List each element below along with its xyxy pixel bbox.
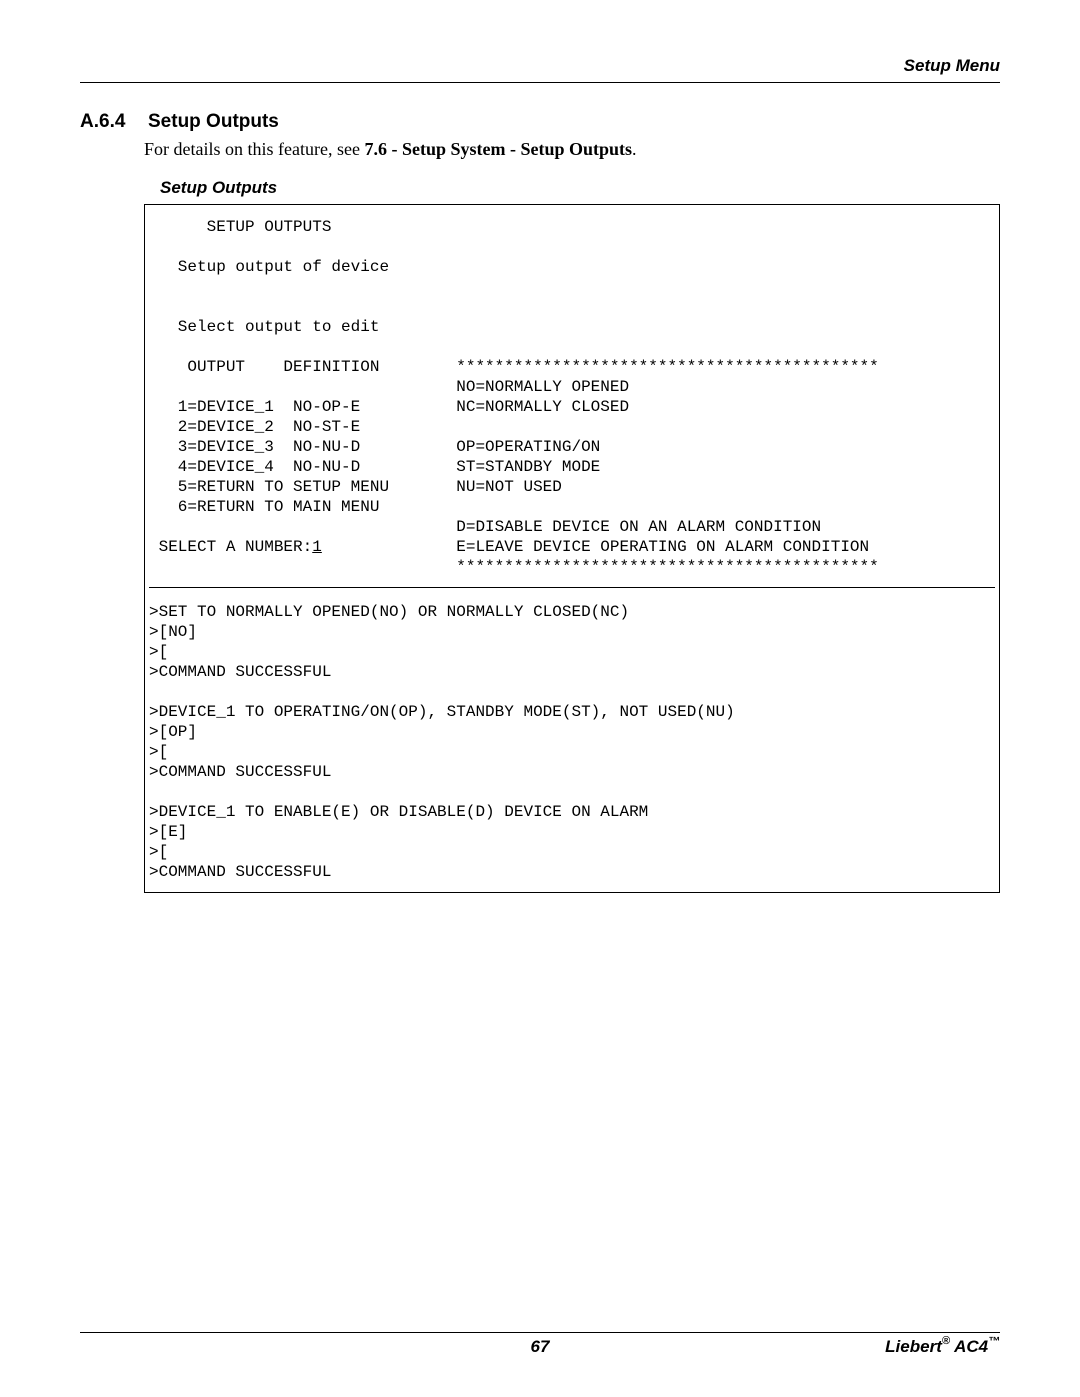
select-prompt-prefix: SELECT A NUMBER: [149, 538, 312, 556]
terminal-divider [149, 587, 995, 588]
footer-brand: Liebert® AC4™ [696, 1337, 1000, 1357]
intro-paragraph: For details on this feature, see 7.6 - S… [144, 139, 1000, 160]
section-title: Setup Outputs [148, 111, 279, 132]
section-heading: A.6.4 Setup Outputs [80, 111, 1000, 133]
terminal-select-line: SELECT A NUMBER:1 E=LEAVE DEVICE OPERATI… [149, 537, 995, 557]
section-number: A.6.4 [80, 111, 144, 133]
running-header: Setup Menu [80, 56, 1000, 83]
page-number: 67 [388, 1337, 692, 1357]
running-header-text: Setup Menu [904, 56, 1000, 75]
footer-model: AC4 [950, 1337, 988, 1356]
terminal-lower: >SET TO NORMALLY OPENED(NO) OR NORMALLY … [149, 602, 995, 882]
footer-left-spacer [80, 1337, 384, 1357]
trademark-icon: ™ [988, 1334, 1000, 1348]
terminal-upper: SETUP OUTPUTS Setup output of device Sel… [149, 217, 995, 537]
page-container: Setup Menu A.6.4 Setup Outputs For detai… [0, 0, 1080, 1397]
terminal-box: SETUP OUTPUTS Setup output of device Sel… [144, 204, 1000, 893]
figure-caption: Setup Outputs [160, 178, 1000, 198]
select-prompt-value: 1 [312, 538, 322, 556]
terminal-stars-line: ****************************************… [149, 557, 995, 577]
intro-suffix: . [632, 139, 637, 159]
registered-icon: ® [942, 1335, 950, 1347]
select-prompt-suffix: E=LEAVE DEVICE OPERATING ON ALARM CONDIT… [322, 538, 869, 556]
intro-prefix: For details on this feature, see [144, 139, 364, 159]
intro-bold: 7.6 - Setup System - Setup Outputs [364, 139, 632, 159]
page-footer: 67 Liebert® AC4™ [80, 1332, 1000, 1357]
footer-brand-name: Liebert [885, 1337, 942, 1356]
terminal-wrap: SETUP OUTPUTS Setup output of device Sel… [144, 204, 1000, 893]
